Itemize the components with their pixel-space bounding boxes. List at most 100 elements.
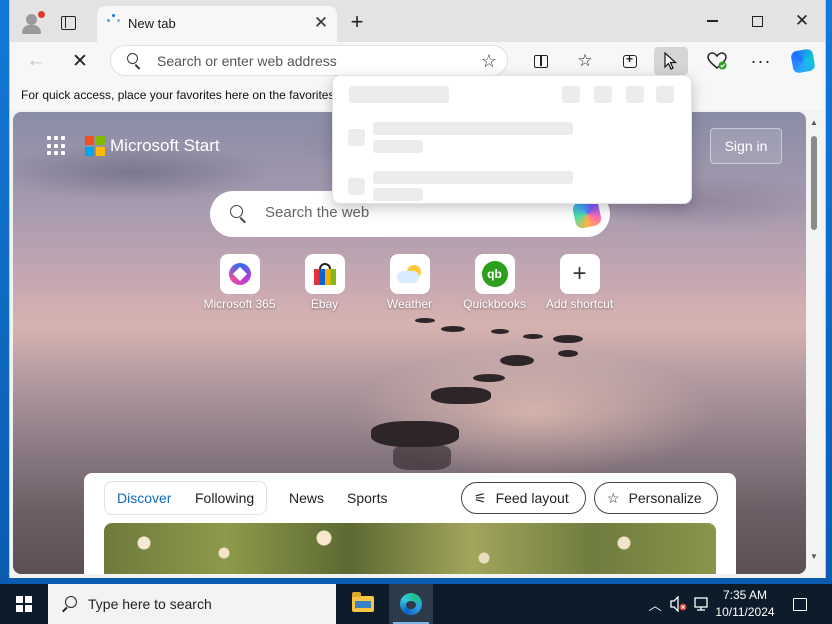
quickbooks-icon: qb: [481, 261, 508, 287]
stop-loading-button[interactable]: ✕: [68, 49, 92, 73]
windows-taskbar: Type here to search ︿ 7:35 AM 10/11/2024: [0, 584, 832, 624]
volume-muted-icon[interactable]: [668, 584, 688, 624]
scrollbar-thumb[interactable]: [811, 136, 817, 230]
shortcut-label: Add shortcut: [545, 297, 614, 311]
microsoft-start-title[interactable]: Microsoft Start: [110, 136, 220, 156]
settings-and-more-button[interactable]: ···: [747, 47, 775, 75]
feed-layout-label: Feed layout: [495, 490, 569, 506]
favorites-button[interactable]: ☆: [571, 47, 599, 75]
skeleton-line: [373, 122, 573, 135]
address-bar[interactable]: ☆: [110, 45, 508, 76]
split-screen-icon: [534, 54, 548, 68]
tab-discover[interactable]: Discover: [117, 490, 171, 506]
shortcut-quickbooks[interactable]: qb Quickbooks: [452, 254, 537, 314]
extensions-button[interactable]: [654, 47, 688, 75]
show-hidden-icons-button[interactable]: ︿: [646, 584, 664, 624]
skeleton-line: [373, 171, 573, 184]
microsoft-logo-icon: [85, 136, 105, 156]
background-stone: [415, 318, 435, 323]
background-stone: [558, 350, 578, 357]
split-screen-button[interactable]: [527, 47, 555, 75]
shortcut-ebay[interactable]: Ebay: [282, 254, 367, 314]
page-scrollbar[interactable]: ▲ ▼: [806, 112, 822, 574]
skeleton-icon: [626, 86, 644, 103]
edge-icon: [400, 593, 422, 615]
add-favorite-star-icon[interactable]: ☆: [481, 51, 497, 72]
clock[interactable]: 7:35 AM 10/11/2024: [712, 587, 778, 621]
personalize-button[interactable]: ☆ Personalize: [594, 482, 718, 514]
add-shortcut-button[interactable]: + Add shortcut: [537, 254, 622, 314]
weather-icon: [396, 265, 423, 283]
tab-following[interactable]: Following: [195, 490, 254, 506]
notifications-button[interactable]: [786, 584, 814, 624]
file-explorer-button[interactable]: [342, 584, 384, 624]
taskbar-search-box[interactable]: Type here to search: [48, 584, 336, 624]
tab-strip: New tab ✕ + ✕: [10, 0, 825, 42]
skeleton-line: [373, 188, 423, 201]
copilot-icon: [790, 48, 816, 74]
new-tab-button[interactable]: +: [345, 9, 369, 34]
close-tab-button[interactable]: ✕: [311, 13, 331, 33]
edge-taskbar-button[interactable]: [389, 584, 433, 624]
back-button[interactable]: ←: [24, 49, 48, 73]
shortcut-label: Weather: [386, 297, 433, 311]
taskbar-search-placeholder: Type here to search: [88, 596, 212, 612]
shortcut-label: Ebay: [310, 297, 339, 311]
folder-icon: [352, 592, 374, 612]
web-search-input[interactable]: [265, 204, 555, 221]
close-window-button[interactable]: ✕: [780, 8, 824, 34]
microsoft-365-icon: [228, 263, 251, 285]
background-stone: [553, 335, 583, 343]
app-launcher-button[interactable]: [47, 136, 67, 156]
tab-news[interactable]: News: [289, 490, 324, 506]
tab-new-tab[interactable]: New tab ✕: [97, 6, 337, 42]
personalize-label: Personalize: [628, 490, 702, 506]
skeleton-icon: [348, 178, 365, 195]
ebay-bag-icon: [313, 263, 337, 285]
background-stone: [473, 374, 505, 382]
skeleton-icon: [562, 86, 580, 103]
skeleton-icon: [656, 86, 674, 103]
copilot-button[interactable]: [789, 47, 817, 75]
minimize-icon: [706, 20, 718, 22]
background-stone: [431, 387, 491, 404]
tab-actions-icon: [60, 16, 76, 30]
start-button[interactable]: [0, 584, 48, 624]
background-stone: [500, 355, 534, 366]
extensions-loading-popup: [332, 75, 692, 204]
sign-in-button[interactable]: Sign in: [710, 128, 782, 164]
profile-avatar-icon: [26, 14, 37, 25]
loading-spinner-icon: [107, 14, 121, 28]
skeleton-title: [349, 86, 449, 103]
sparkle-star-icon: ☆: [607, 489, 620, 506]
profile-button[interactable]: [18, 9, 46, 37]
search-icon: [62, 596, 78, 613]
skeleton-line: [373, 140, 423, 153]
address-input[interactable]: [157, 53, 457, 69]
browser-essentials-button[interactable]: [703, 47, 731, 75]
background-stone: [441, 326, 465, 332]
favorites-bar-hint: For quick access, place your favorites h…: [21, 88, 358, 102]
tab-title: New tab: [128, 16, 176, 31]
background-stone: [523, 334, 543, 339]
shortcut-weather[interactable]: Weather: [367, 254, 452, 314]
heart-pulse-icon: [707, 52, 727, 70]
tab-actions-button[interactable]: [56, 11, 80, 35]
scroll-down-arrow-icon[interactable]: ▼: [810, 552, 818, 561]
maximize-button[interactable]: [735, 8, 779, 34]
notification-dot: [38, 11, 45, 18]
minimize-button[interactable]: [690, 8, 734, 34]
scroll-up-arrow-icon[interactable]: ▲: [810, 118, 818, 127]
collections-button[interactable]: [616, 47, 644, 75]
feed-card-image[interactable]: [104, 523, 716, 574]
feed-layout-button[interactable]: ⚟ Feed layout: [461, 482, 586, 514]
clock-time: 7:35 AM: [722, 588, 768, 602]
skeleton-icon: [348, 129, 365, 146]
network-icon[interactable]: [692, 584, 712, 624]
sliders-icon: ⚟: [474, 489, 487, 506]
background-stone: [491, 329, 509, 334]
plus-icon: +: [572, 260, 587, 287]
shortcut-label: Quickbooks: [463, 297, 526, 311]
shortcut-microsoft-365[interactable]: Microsoft 365: [197, 254, 282, 314]
tab-sports[interactable]: Sports: [347, 490, 387, 506]
